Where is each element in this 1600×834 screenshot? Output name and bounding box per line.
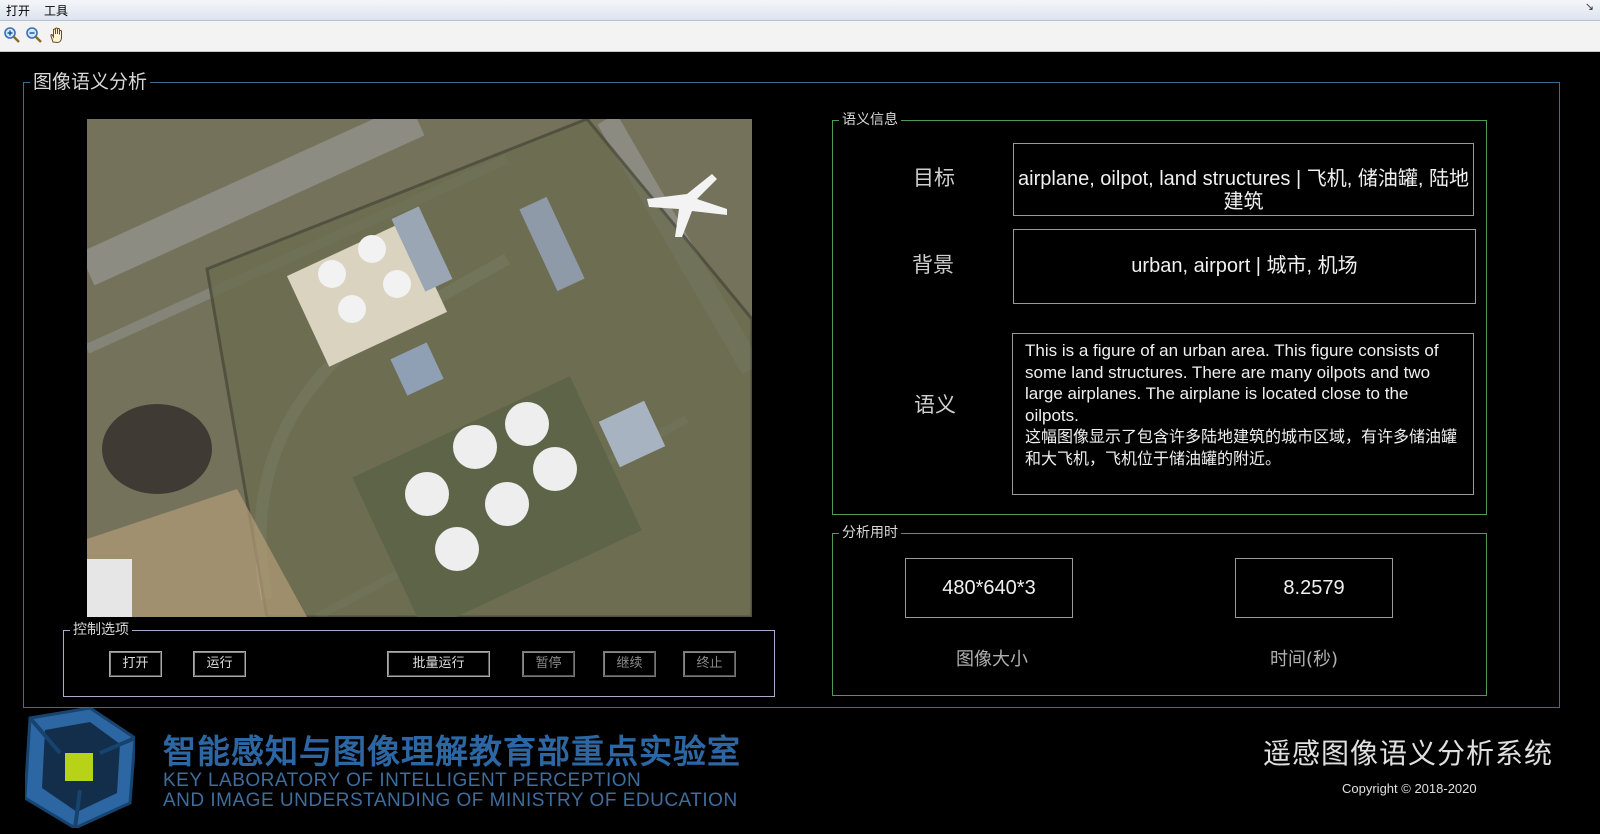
- lab-name-en-line1: KEY LABORATORY OF INTELLIGENT PERCEPTION: [163, 770, 642, 791]
- satellite-image[interactable]: [87, 119, 752, 617]
- analysis-group-title: 图像语义分析: [30, 69, 151, 95]
- time-label: 时间(秒): [1270, 649, 1339, 670]
- semantics-label: 语义: [914, 393, 956, 417]
- batch-run-button[interactable]: 批量运行: [387, 651, 490, 677]
- image-size-label: 图像大小: [956, 649, 1028, 670]
- semantic-info-title: 语义信息: [839, 110, 901, 130]
- semantics-text-en: This is a figure of an urban area. This …: [1025, 341, 1439, 425]
- lab-logo-icon: [25, 708, 135, 828]
- image-size-field: 480*640*3: [905, 558, 1073, 618]
- lab-name-en-line2: AND IMAGE UNDERSTANDING OF MINISTRY OF E…: [163, 790, 738, 811]
- time-field: 8.2579: [1235, 558, 1393, 618]
- open-button[interactable]: 打开: [109, 651, 162, 677]
- background-label: 背景: [912, 253, 954, 277]
- menu-item-tools[interactable]: 工具: [44, 2, 68, 19]
- pause-button[interactable]: 暂停: [522, 651, 575, 677]
- menu-bar: 打开 工具 ↘: [0, 0, 1600, 21]
- analysis-time-title: 分析用时: [839, 523, 901, 543]
- window-corner-icon[interactable]: ↘: [1585, 0, 1594, 13]
- zoom-out-icon[interactable]: [25, 26, 43, 44]
- semantics-field: This is a figure of an urban area. This …: [1012, 333, 1474, 495]
- run-button[interactable]: 运行: [193, 651, 246, 677]
- background-field: urban, airport | 城市, 机场: [1013, 229, 1476, 304]
- stop-button[interactable]: 终止: [683, 651, 736, 677]
- satellite-image-graphic: [87, 119, 752, 617]
- copyright-text: Copyright © 2018-2020: [1342, 781, 1477, 796]
- zoom-in-icon[interactable]: [3, 26, 21, 44]
- pan-hand-icon[interactable]: [48, 26, 66, 44]
- target-field: airplane, oilpot, land structures | 飞机, …: [1013, 143, 1474, 216]
- menu-item-open[interactable]: 打开: [6, 2, 30, 19]
- control-options-title: 控制选项: [70, 620, 132, 640]
- toolbar: [0, 21, 1600, 52]
- continue-button[interactable]: 继续: [603, 651, 656, 677]
- system-name: 遥感图像语义分析系统: [1263, 737, 1554, 770]
- semantics-text-zh: 这幅图像显示了包含许多陆地建筑的城市区域，有许多储油罐和大飞机，飞机位于储油罐的…: [1025, 427, 1458, 468]
- target-label: 目标: [913, 166, 955, 190]
- lab-name-zh: 智能感知与图像理解教育部重点实验室: [163, 732, 741, 771]
